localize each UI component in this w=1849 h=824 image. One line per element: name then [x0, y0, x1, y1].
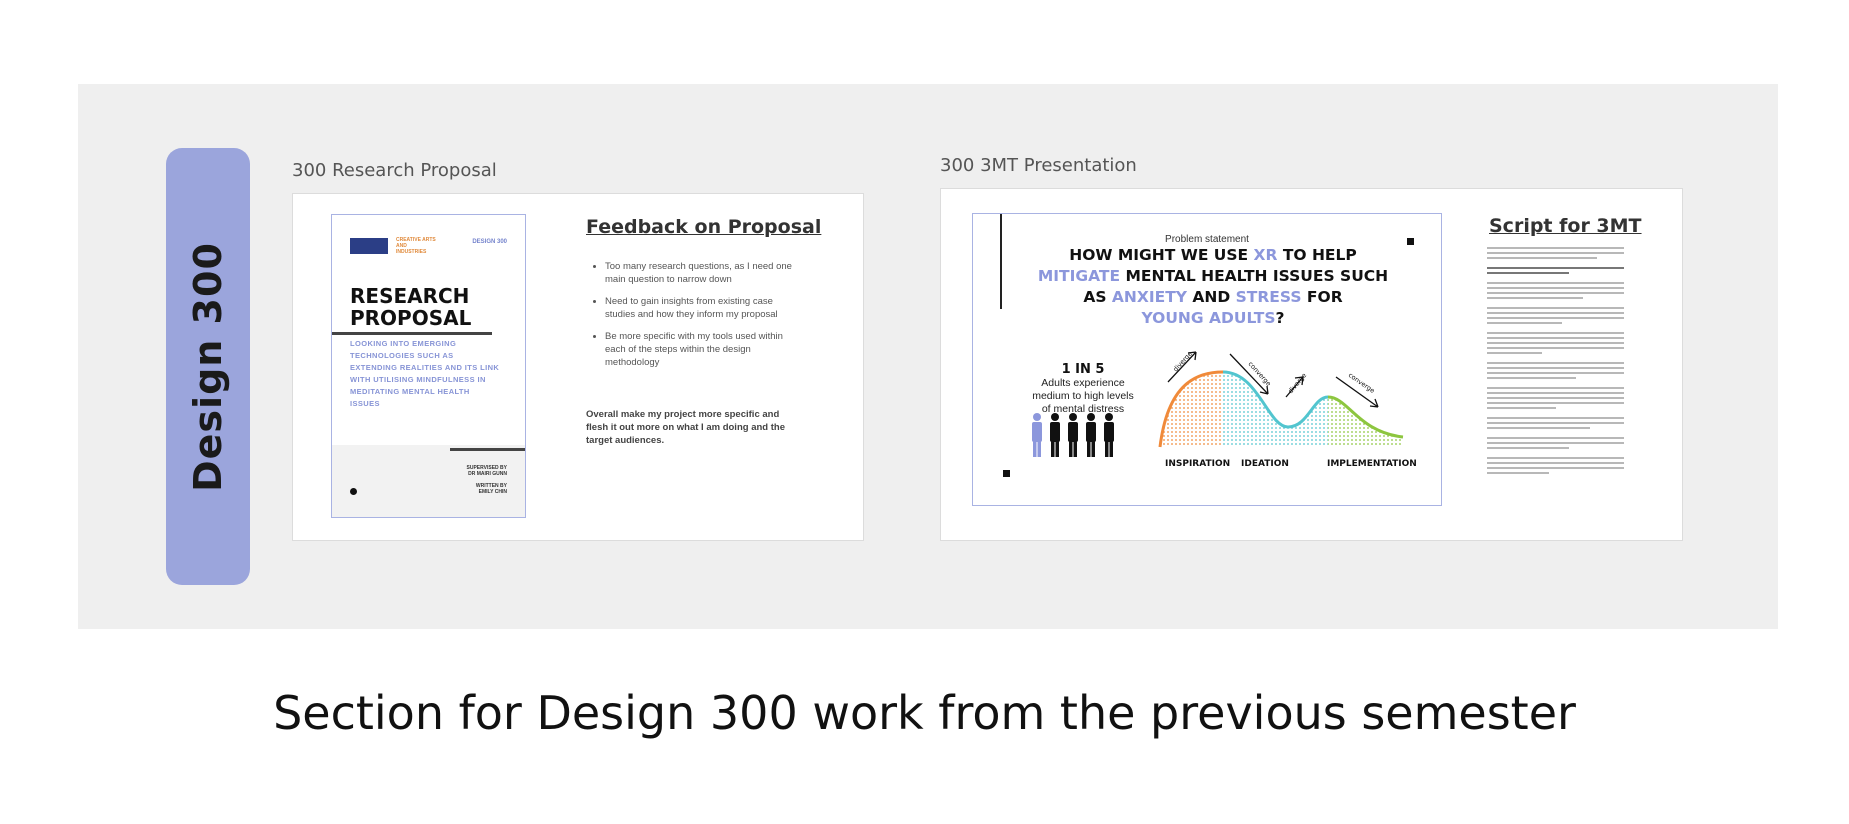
- question-highlight: STRESS: [1235, 288, 1302, 306]
- supervisor-name: DR MAIRI GUNN: [468, 471, 507, 477]
- feedback-summary: Overall make my project more specific an…: [586, 409, 785, 446]
- statistic: 1 IN 5 Adults experience medium to high …: [1027, 362, 1139, 416]
- feedback-item: Be more specific with my tools used with…: [605, 330, 805, 369]
- question-highlight: XR: [1253, 246, 1278, 264]
- cover-course-code: DESIGN 300: [472, 239, 507, 245]
- people-icon: [1032, 413, 1114, 457]
- section-label: Design 300: [166, 148, 250, 585]
- proposal-slide[interactable]: CREATIVE ARTS AND INDUSTRIES DESIGN 300 …: [292, 193, 864, 541]
- research-proposal-cover: CREATIVE ARTS AND INDUSTRIES DESIGN 300 …: [331, 214, 526, 518]
- phase-label-implementation: IMPLEMENTATION: [1327, 459, 1417, 469]
- slide-accent-line: [1000, 214, 1002, 309]
- presentation-slide[interactable]: Problem statement HOW MIGHT WE USE XR TO…: [940, 188, 1683, 541]
- cover-divider: [332, 332, 492, 335]
- section-label-text: Design 300: [186, 241, 231, 492]
- statistic-value: 1 IN 5: [1061, 362, 1105, 377]
- cover-subtitle: LOOKING INTO EMERGING TECHNOLOGIES SUCH …: [350, 339, 500, 408]
- cover-title: RESEARCH PROPOSAL: [350, 285, 471, 329]
- question-text: HOW MIGHT WE USE: [1069, 246, 1254, 264]
- question-text: ?: [1275, 309, 1285, 327]
- cover-footer: [332, 445, 525, 517]
- question-highlight: MITIGATE: [1037, 267, 1121, 285]
- cover-org-label: CREATIVE ARTS AND INDUSTRIES: [396, 237, 436, 255]
- presentation-frame-title[interactable]: 300 3MT Presentation: [940, 155, 1137, 176]
- feedback-item: Too many research questions, as I need o…: [605, 260, 805, 286]
- arrow-label: diverge: [1286, 371, 1308, 395]
- person-icon: [1086, 413, 1096, 457]
- statistic-description: Adults experience medium to high levels …: [1032, 377, 1134, 415]
- double-diamond-wave-diagram: diverge converge diverge converge: [1158, 350, 1404, 448]
- cover-supervisor: SUPERVISED BY DR MAIRI GUNN: [467, 465, 507, 477]
- author-name: EMILY CHIN: [478, 489, 507, 495]
- person-icon: [1104, 413, 1114, 457]
- research-question: HOW MIGHT WE USE XR TO HELP MITIGATE MENT…: [1033, 245, 1393, 329]
- section-caption: Section for Design 300 work from the pre…: [273, 686, 1576, 740]
- phase-label-inspiration: INSPIRATION: [1165, 459, 1231, 469]
- phase-label-ideation: IDEATION: [1241, 459, 1289, 469]
- question-highlight: YOUNG ADULTS: [1141, 309, 1276, 327]
- proposal-frame-title[interactable]: 300 Research Proposal: [292, 160, 497, 181]
- square-marker-icon: [1003, 470, 1010, 477]
- cover-dot-icon: [350, 488, 357, 495]
- university-logo-icon: [350, 238, 388, 254]
- question-text: AND: [1187, 288, 1236, 306]
- arrow-label: diverge: [1172, 350, 1194, 374]
- problem-statement-label: Problem statement: [1165, 234, 1249, 245]
- problem-statement-slide: Problem statement HOW MIGHT WE USE XR TO…: [972, 213, 1442, 506]
- script-heading: Script for 3MT: [1489, 215, 1642, 237]
- question-text: TO HELP: [1277, 246, 1357, 264]
- person-icon: [1050, 413, 1060, 457]
- question-highlight: ANXIETY: [1111, 288, 1187, 306]
- cover-footer-divider: [450, 448, 525, 451]
- feedback-item: Need to gain insights from existing case…: [605, 295, 805, 321]
- feedback-list: Too many research questions, as I need o…: [595, 260, 805, 378]
- person-icon-highlight: [1032, 413, 1042, 457]
- person-icon: [1068, 413, 1078, 457]
- cover-title-line2: PROPOSAL: [350, 306, 472, 330]
- question-text: FOR: [1301, 288, 1343, 306]
- feedback-heading: Feedback on Proposal: [586, 216, 822, 238]
- cover-title-line1: RESEARCH: [350, 284, 470, 308]
- cover-header: CREATIVE ARTS AND INDUSTRIES: [350, 237, 436, 255]
- script-body: [1487, 247, 1624, 477]
- arrow-label: converge: [1347, 371, 1376, 395]
- cover-author: WRITTEN BY EMILY CHIN: [476, 483, 507, 495]
